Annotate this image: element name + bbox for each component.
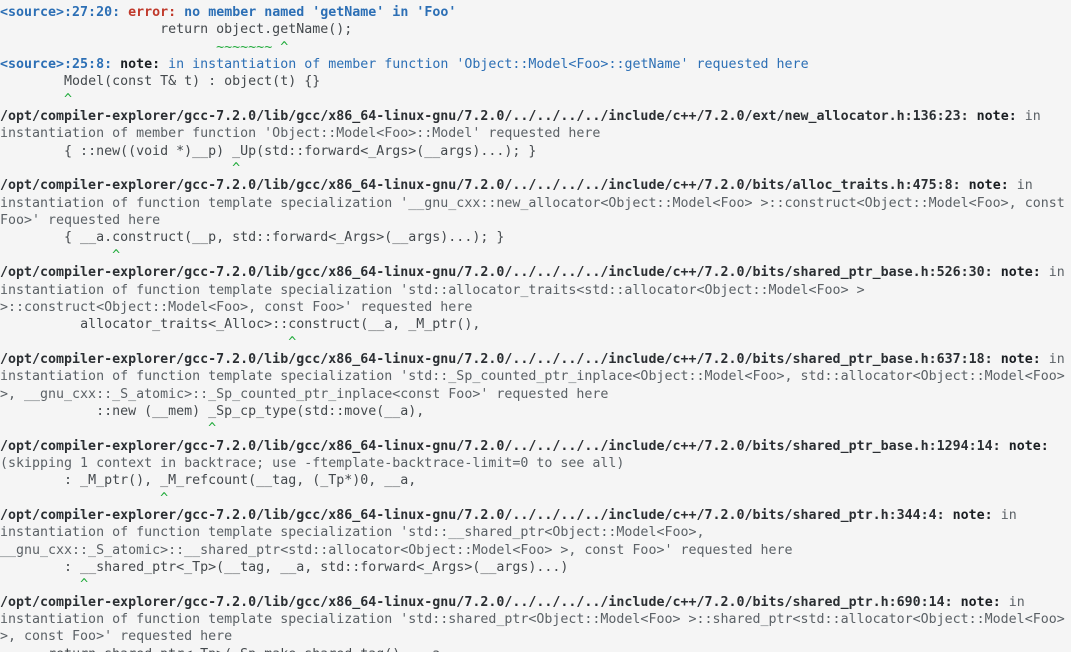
diagnostic-header: /opt/compiler-explorer/gcc-7.2.0/lib/gcc… (0, 351, 1071, 403)
diagnostic-header: /opt/compiler-explorer/gcc-7.2.0/lib/gcc… (0, 594, 1071, 646)
diagnostic-source-line: : __shared_ptr<_Tp>(__tag, __a, std::for… (0, 559, 1071, 576)
diagnostic-message: in instantiation of member function 'Obj… (168, 57, 808, 72)
diagnostic-source-line: Model(const T& t) : object(t) {} (0, 73, 1071, 90)
diagnostic-location[interactable]: /opt/compiler-explorer/gcc-7.2.0/lib/gcc… (0, 352, 993, 367)
diagnostic-caret-line: ^ (0, 420, 1071, 437)
diagnostic-severity: note: (1001, 352, 1041, 367)
diagnostic-location[interactable]: <source>:27:20: (0, 5, 120, 20)
diagnostic-location[interactable]: /opt/compiler-explorer/gcc-7.2.0/lib/gcc… (0, 109, 969, 124)
diagnostic-header: <source>:27:20: error: no member named '… (0, 4, 1071, 21)
diagnostic-source-line: ::new (__mem) _Sp_cp_type(std::move(__a)… (0, 403, 1071, 420)
diagnostic-caret-line: ^ (0, 247, 1071, 264)
diagnostic-location[interactable]: /opt/compiler-explorer/gcc-7.2.0/lib/gcc… (0, 595, 953, 610)
diagnostic-severity: note: (1009, 439, 1049, 454)
diagnostic-header: /opt/compiler-explorer/gcc-7.2.0/lib/gcc… (0, 264, 1071, 316)
diagnostic-severity: error: (128, 5, 176, 20)
diagnostic-header: /opt/compiler-explorer/gcc-7.2.0/lib/gcc… (0, 108, 1071, 143)
diagnostic-source-line: { ::new((void *)__p) _Up(std::forward<_A… (0, 143, 1071, 160)
diagnostic-caret-line: ^ (0, 91, 1071, 108)
compiler-output-console[interactable]: <source>:27:20: error: no member named '… (0, 0, 1071, 652)
diagnostic-severity: note: (120, 57, 160, 72)
diagnostic-caret-line: ^ (0, 160, 1071, 177)
diagnostic-source-line: { __a.construct(__p, std::forward<_Args>… (0, 229, 1071, 246)
diagnostic-severity: note: (953, 508, 993, 523)
diagnostic-severity: note: (1001, 265, 1041, 280)
diagnostic-caret-line: ^ (0, 490, 1071, 507)
diagnostic-source-line: return shared_ptr<_Tp>(_Sp_make_shared_t… (0, 646, 1071, 652)
diagnostic-source-line: allocator_traits<_Alloc>::construct(__a,… (0, 316, 1071, 333)
diagnostic-severity: note: (969, 178, 1009, 193)
diagnostic-severity: note: (977, 109, 1017, 124)
diagnostic-location[interactable]: /opt/compiler-explorer/gcc-7.2.0/lib/gcc… (0, 265, 993, 280)
diagnostic-header: /opt/compiler-explorer/gcc-7.2.0/lib/gcc… (0, 177, 1071, 229)
diagnostic-caret-line: ~~~~~~~ ^ (0, 39, 1071, 56)
diagnostic-caret-line: ^ (0, 334, 1071, 351)
diagnostic-source-line: : _M_ptr(), _M_refcount(__tag, (_Tp*)0, … (0, 472, 1071, 489)
diagnostic-header: /opt/compiler-explorer/gcc-7.2.0/lib/gcc… (0, 507, 1071, 559)
diagnostic-location[interactable]: /opt/compiler-explorer/gcc-7.2.0/lib/gcc… (0, 439, 1001, 454)
diagnostic-severity: note: (961, 595, 1001, 610)
diagnostic-header: <source>:25:8: note: in instantiation of… (0, 56, 1071, 73)
diagnostic-caret-line: ^ (0, 576, 1071, 593)
diagnostic-location[interactable]: /opt/compiler-explorer/gcc-7.2.0/lib/gcc… (0, 178, 961, 193)
diagnostic-location[interactable]: /opt/compiler-explorer/gcc-7.2.0/lib/gcc… (0, 508, 945, 523)
diagnostic-message: (skipping 1 context in backtrace; use -f… (0, 456, 624, 471)
diagnostic-message: no member named 'getName' in 'Foo' (184, 5, 456, 20)
diagnostic-source-line: return object.getName(); (0, 21, 1071, 38)
diagnostic-header: /opt/compiler-explorer/gcc-7.2.0/lib/gcc… (0, 438, 1071, 473)
diagnostic-location[interactable]: <source>:25:8: (0, 57, 112, 72)
